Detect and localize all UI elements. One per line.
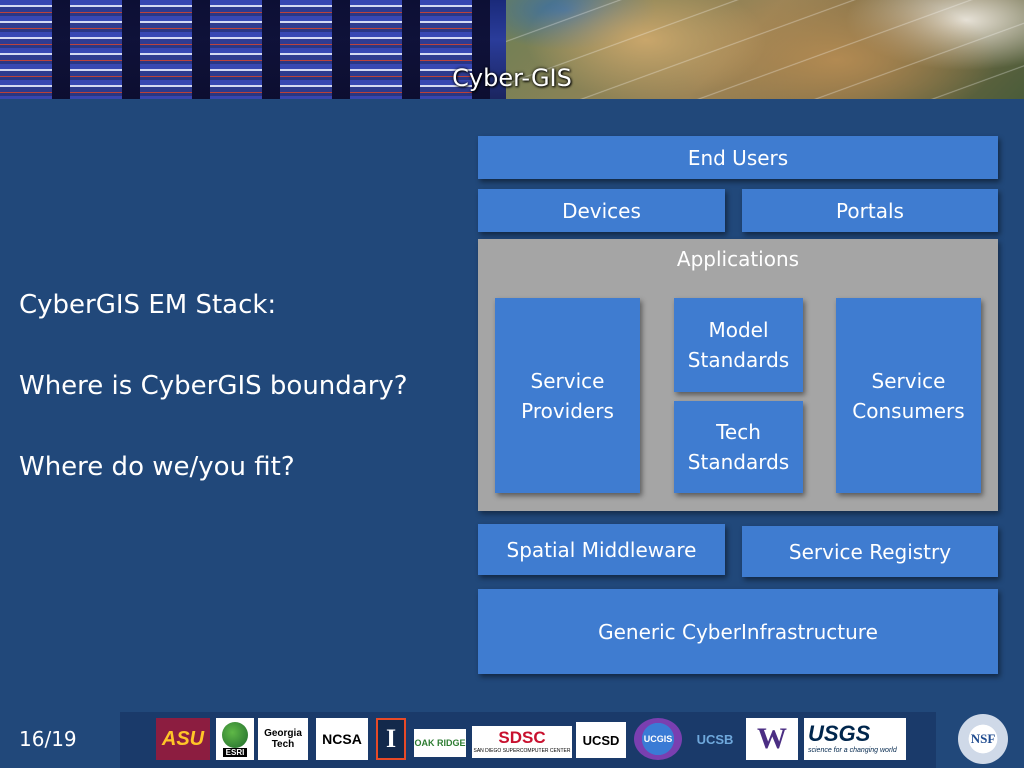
fit-question: Where do we/you fit? — [19, 452, 295, 482]
ucgis-logo: UCGIS — [634, 718, 682, 760]
ucsb-logo: UCSB — [696, 731, 734, 747]
boundary-question: Where is CyberGIS boundary? — [19, 371, 408, 401]
slide-title: Cyber-GIS — [452, 64, 572, 92]
nsf-logo: NSF — [958, 714, 1008, 764]
service-consumers-label: Service Consumers — [852, 368, 965, 423]
end-users-label: End Users — [687, 145, 789, 170]
devices-label: Devices — [562, 198, 641, 223]
page-number: 16/19 — [19, 727, 77, 751]
applications-label: Applications — [676, 247, 800, 271]
model-standards-label: Model Standards — [687, 318, 790, 372]
asu-logo: ASU — [156, 718, 210, 760]
title-banner: Cyber-GIS — [0, 0, 1024, 99]
ncsa-logo: NCSA — [316, 718, 368, 760]
georgia-tech-logo: Georgia Tech — [258, 718, 308, 760]
model-standards-box: Model Standards — [674, 298, 803, 392]
ucsd-logo: UCSD — [576, 722, 626, 758]
devices-box: Devices — [478, 189, 725, 232]
esri-logo: ESRI — [216, 718, 254, 760]
portals-box: Portals — [742, 189, 998, 232]
spatial-middleware-box: Spatial Middleware — [478, 524, 725, 575]
usgs-logo: USGS science for a changing world — [804, 718, 906, 760]
oak-ridge-logo: OAK RIDGE — [414, 729, 466, 757]
service-registry-label: Service Registry — [788, 539, 952, 564]
tech-standards-box: Tech Standards — [674, 401, 803, 493]
illinois-logo: I — [376, 718, 406, 760]
spatial-middleware-label: Spatial Middleware — [506, 537, 697, 562]
service-providers-label: Service Providers — [521, 368, 614, 423]
service-providers-box: Service Providers — [495, 298, 640, 493]
sdsc-logo: SDSC SAN DIEGO SUPERCOMPUTER CENTER — [472, 726, 572, 758]
generic-cyberinfrastructure-box: Generic CyberInfrastructure — [478, 589, 998, 674]
portals-label: Portals — [836, 198, 904, 223]
uw-logo: W — [746, 718, 798, 760]
tech-standards-label: Tech Standards — [687, 420, 790, 474]
generic-cyberinfrastructure-label: Generic CyberInfrastructure — [598, 619, 878, 644]
partner-logo-strip: ASU ESRI Georgia Tech NCSA I OAK RIDGE S… — [120, 712, 936, 768]
service-registry-box: Service Registry — [742, 526, 998, 577]
stack-heading: CyberGIS EM Stack: — [19, 290, 277, 320]
question-text: CyberGIS EM Stack: Where is CyberGIS bou… — [19, 290, 469, 482]
end-users-box: End Users — [478, 136, 998, 179]
service-consumers-box: Service Consumers — [836, 298, 981, 493]
